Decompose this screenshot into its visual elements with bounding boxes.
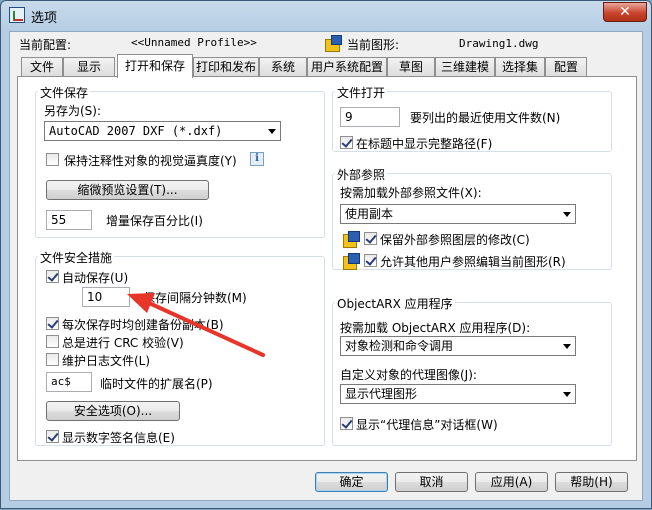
tab-user-preferences[interactable]: 用户系统配置 <box>307 57 387 77</box>
retain-xref-layer-label: 保留外部参照图层的修改(C) <box>380 233 530 247</box>
tab-display[interactable]: 显示 <box>63 57 115 77</box>
recent-files-input[interactable]: 9 <box>340 107 400 127</box>
crc-check-checkbox[interactable] <box>46 335 59 348</box>
chevron-down-icon <box>268 129 276 134</box>
annotative-fidelity-checkbox[interactable] <box>46 153 59 166</box>
tab-label: 用户系统配置 <box>310 60 383 74</box>
log-file-checkbox[interactable] <box>46 353 59 366</box>
backup-copy-checkbox[interactable] <box>46 317 59 330</box>
current-drawing-label: 当前图形: <box>347 38 400 52</box>
ok-button[interactable]: 确定 <box>315 472 388 492</box>
tab-label: 选择集 <box>501 60 538 74</box>
options-dialog: 选项 ✕ 当前配置: <<Unnamed Profile>> 当前图形: Dra… <box>0 0 652 509</box>
chevron-down-icon <box>563 212 571 217</box>
objectarx-group-title: ObjectARX 应用程序 <box>335 295 455 312</box>
tab-system[interactable]: 系统 <box>259 57 307 77</box>
allow-xref-edit-label: 允许其他用户参照编辑当前图形(R) <box>380 255 566 269</box>
tab-files[interactable]: 文件 <box>21 57 63 77</box>
close-button[interactable]: ✕ <box>603 2 647 22</box>
arx-demand-load-selected: 对象检测和命令调用 <box>345 339 454 353</box>
arx-demand-load-select[interactable]: 对象检测和命令调用 <box>340 336 576 356</box>
temp-extension-input[interactable]: ac$ <box>46 372 92 392</box>
tab-page-open-and-save: 文件保存 另存为(S): AutoCAD 2007 DXF (*.dxf) 保持… <box>17 76 637 461</box>
xref-group-title: 外部参照 <box>335 166 388 183</box>
incremental-save-label: 增量保存百分比(I) <box>106 214 203 228</box>
current-drawing-value: Drawing1.dwg <box>459 37 539 50</box>
tab-profiles[interactable]: 配置 <box>545 57 587 77</box>
tab-label: 草图 <box>398 60 423 74</box>
save-as-select[interactable]: AutoCAD 2007 DXF (*.dxf) <box>44 121 281 141</box>
tab-drafting[interactable]: 草图 <box>387 57 435 77</box>
tab-label: 配置 <box>553 60 578 74</box>
chevron-down-icon <box>563 392 571 397</box>
log-file-label: 维护日志文件(L) <box>62 354 151 368</box>
file-open-group-title: 文件打开 <box>335 84 388 101</box>
xref-edit-icon <box>343 253 360 270</box>
incremental-save-input[interactable]: 55 <box>46 210 92 230</box>
tab-selection[interactable]: 选择集 <box>495 57 545 77</box>
save-as-label: 另存为(S): <box>44 104 102 118</box>
title-bar[interactable]: 选项 ✕ <box>1 1 651 29</box>
xref-layer-icon <box>343 231 360 248</box>
save-as-selected: AutoCAD 2007 DXF (*.dxf) <box>49 124 223 138</box>
proxy-dialog-checkbox[interactable] <box>340 417 353 430</box>
tab-label: 三维建模 <box>440 60 489 74</box>
autosave-interval-input[interactable]: 10 <box>82 287 130 307</box>
tab-label: 打开和保存 <box>124 59 185 73</box>
temp-extension-label: 临时文件的扩展名(P) <box>100 377 213 391</box>
window-title: 选项 <box>31 11 58 26</box>
digital-signature-checkbox[interactable] <box>46 430 59 443</box>
tab-label: 文件 <box>29 60 54 74</box>
apply-button[interactable]: 应用(A) <box>475 472 548 492</box>
retain-xref-layer-checkbox[interactable] <box>364 232 377 245</box>
backup-copy-label: 每次保存时均创建备份副本(B) <box>62 318 224 332</box>
proxy-image-selected: 显示代理图形 <box>345 387 418 401</box>
autocad-app-icon <box>9 7 25 23</box>
annotative-fidelity-label: 保持注释性对象的视觉逼真度(Y) <box>64 154 237 168</box>
autosave-label: 自动保存(U) <box>62 271 129 285</box>
proxy-dialog-label: 显示“代理信息”对话框(W) <box>356 418 498 432</box>
autosave-checkbox[interactable] <box>46 270 59 283</box>
proxy-image-label: 自定义对象的代理图像(J): <box>340 368 477 382</box>
chevron-down-icon <box>563 344 571 349</box>
allow-xref-edit-checkbox[interactable] <box>364 254 377 267</box>
tab-open-and-save[interactable]: 打开和保存 <box>117 54 193 78</box>
recent-files-label: 要列出的最近使用文件数(N) <box>410 111 561 125</box>
help-button[interactable]: 帮助(H) <box>555 472 628 492</box>
file-save-group-title: 文件保存 <box>38 84 91 101</box>
proxy-image-select[interactable]: 显示代理图形 <box>340 384 576 404</box>
xref-demand-load-label: 按需加载外部参照文件(X): <box>340 186 482 200</box>
current-profile-value: <<Unnamed Profile>> <box>131 36 257 49</box>
drawing-icon <box>325 35 342 52</box>
xref-demand-load-selected: 使用副本 <box>345 207 394 221</box>
thumbnail-settings-button[interactable]: 缩微预览设置(T)... <box>46 180 209 200</box>
file-safety-group-title: 文件安全措施 <box>38 249 115 266</box>
crc-check-label: 总是进行 CRC 校验(V) <box>62 336 184 350</box>
arx-demand-load-label: 按需加载 ObjectARX 应用程序(D): <box>340 321 531 335</box>
tab-plot-and-publish[interactable]: 打印和发布 <box>193 57 259 77</box>
tab-label: 系统 <box>270 60 295 74</box>
digital-signature-label: 显示数字签名信息(E) <box>62 431 175 445</box>
full-path-checkbox[interactable] <box>340 136 353 149</box>
tab-3d-modeling[interactable]: 三维建模 <box>435 57 495 77</box>
tab-label: 打印和发布 <box>195 60 256 74</box>
cancel-button[interactable]: 取消 <box>395 472 468 492</box>
info-icon[interactable]: i <box>250 152 264 166</box>
xref-demand-load-select[interactable]: 使用副本 <box>340 204 576 224</box>
autosave-interval-label: 保存间隔分钟数(M) <box>143 291 247 305</box>
security-options-button[interactable]: 安全选项(O)... <box>46 401 180 421</box>
tab-label: 显示 <box>76 60 101 74</box>
current-profile-label: 当前配置: <box>19 38 72 52</box>
full-path-label: 在标题中显示完整路径(F) <box>356 137 493 151</box>
